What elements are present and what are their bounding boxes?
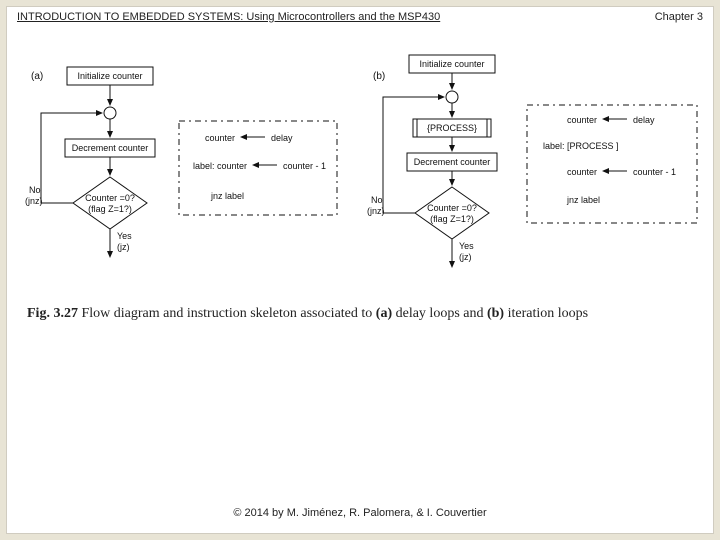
caption-p1: Flow diagram and instruction skeleton as… <box>78 306 376 321</box>
chapter-label: Chapter 3 <box>655 11 703 23</box>
code-a-l1-left: counter <box>205 133 235 143</box>
yes-b-l2: (jz) <box>459 252 472 262</box>
book-title: INTRODUCTION TO EMBEDDED SYSTEMS: Using … <box>17 11 440 23</box>
figure-svg: (a) Initialize counter Decrement counter… <box>7 23 713 293</box>
caption-p2: delay loops and <box>392 306 487 321</box>
code-b-l2: label: [PROCESS ] <box>543 141 619 151</box>
dec-text-a: Decrement counter <box>72 143 149 153</box>
copyright-text: © 2014 by M. Jiménez, R. Palomera, & I. … <box>233 507 486 519</box>
no-b-l2: (jnz) <box>367 206 385 216</box>
label-a: (a) <box>31 71 43 82</box>
decision-a <box>73 177 147 229</box>
cond-b-l2: (flag Z=1?) <box>430 214 474 224</box>
merge-node-a <box>104 107 116 119</box>
figure-caption: Fig. 3.27 Flow diagram and instruction s… <box>27 305 693 324</box>
caption-a: (a) <box>376 306 392 321</box>
cond-a-l2: (flag Z=1?) <box>88 204 132 214</box>
slide-page: INTRODUCTION TO EMBEDDED SYSTEMS: Using … <box>6 6 714 534</box>
yes-b-l1: Yes <box>459 241 474 251</box>
label-b: (b) <box>373 71 385 82</box>
no-a-l1: No <box>29 185 41 195</box>
code-b-l3-left: counter <box>567 167 597 177</box>
no-b-l1: No <box>371 195 383 205</box>
footer: © 2014 by M. Jiménez, R. Palomera, & I. … <box>7 507 713 519</box>
dec-text-b: Decrement counter <box>414 157 491 167</box>
code-a-l3: jnz label <box>210 191 244 201</box>
yes-a-l1: Yes <box>117 231 132 241</box>
code-a-l2-right: counter - 1 <box>283 161 326 171</box>
content-area: (a) Initialize counter Decrement counter… <box>7 23 713 529</box>
code-a-l2-left: label: counter <box>193 161 247 171</box>
code-b-l4: jnz label <box>566 195 600 205</box>
init-text-a: Initialize counter <box>77 71 142 81</box>
header: INTRODUCTION TO EMBEDDED SYSTEMS: Using … <box>7 7 713 23</box>
no-a-l2: (jnz) <box>25 196 43 206</box>
code-b-l1-right: delay <box>633 115 655 125</box>
decision-b <box>415 187 489 239</box>
code-b-l1-left: counter <box>567 115 597 125</box>
cond-a-l1: Counter =0? <box>85 193 135 203</box>
init-text-b: Initialize counter <box>419 59 484 69</box>
process-text-b: {PROCESS} <box>427 123 477 133</box>
caption-b: (b) <box>487 306 504 321</box>
yes-a-l2: (jz) <box>117 242 130 252</box>
caption-fignum: Fig. 3.27 <box>27 306 78 321</box>
code-box-b <box>527 105 697 223</box>
merge-node-b <box>446 91 458 103</box>
code-a-l1-right: delay <box>271 133 293 143</box>
caption-p3: iteration loops <box>504 306 588 321</box>
code-b-l3-right: counter - 1 <box>633 167 676 177</box>
cond-b-l1: Counter =0? <box>427 203 477 213</box>
